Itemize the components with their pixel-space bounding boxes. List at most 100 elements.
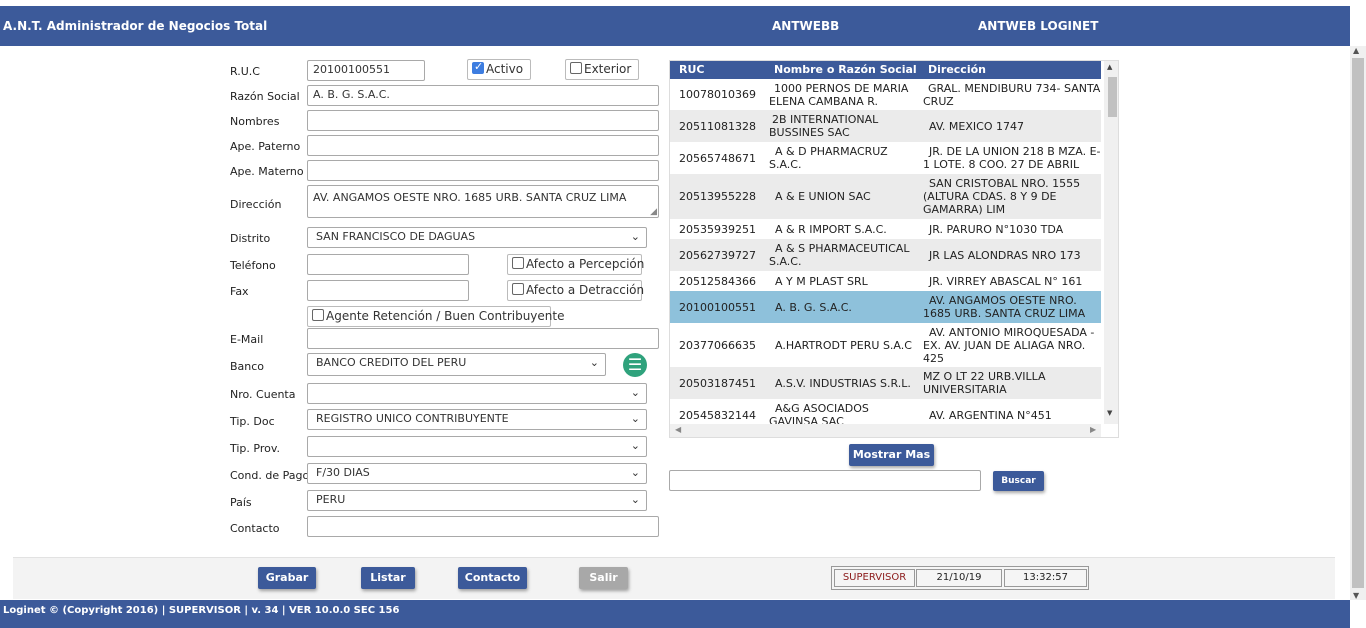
grabar-button[interactable]: Grabar [258,567,316,589]
percepcion-checkbox[interactable]: Afecto a Percepción [507,254,645,275]
detraccion-checkbox[interactable]: Afecto a Detracción [507,280,645,301]
grid-row[interactable]: 20503187451 A.S.V. INDUSTRIAS S.R.L. MZ … [670,367,1101,399]
contacto-button[interactable]: Contacto [458,567,527,589]
scroll-down-icon[interactable]: ▼ [1107,409,1112,417]
grid-cell-name: A & S PHARMACEUTICAL S.A.C. [769,242,910,268]
banco-select[interactable]: BANCO CREDITO DEL PERU ⌄ [307,353,606,376]
banco-value: BANCO CREDITO DEL PERU [316,356,467,369]
ape-materno-input[interactable] [307,160,659,181]
grid-cell-name: A. B. G. S.A.C. [775,301,852,314]
grid-header-dir[interactable]: Dirección [928,63,986,76]
page-scrollbar-thumb[interactable] [1352,58,1364,588]
exterior-check-icon[interactable] [570,62,582,74]
grid-row[interactable]: 20377066635 A.HARTRODT PERU S.A.C AV. AN… [670,323,1101,367]
email-label: E-Mail [230,333,264,346]
resize-grip-icon[interactable]: ◢ [650,207,657,217]
fax-label: Fax [230,285,249,298]
salir-button[interactable]: Salir [579,567,628,589]
scroll-up-icon[interactable]: ▲ [1107,63,1112,71]
status-time: 13:32:57 [1004,569,1087,587]
grid-cell-name: A.S.V. INDUSTRIAS S.R.L. [775,377,911,390]
mostrar-mas-button[interactable]: Mostrar Mas [849,444,934,466]
app-title: A.N.T. Administrador de Negocios Total [3,19,268,33]
page-scrollbar[interactable]: ▲ ▼ [1350,46,1366,600]
percepcion-check-icon[interactable] [512,257,524,269]
distrito-select[interactable]: SAN FRANCISCO DE DAGUAS ⌄ [307,227,647,248]
telefono-label: Teléfono [230,259,276,272]
chevron-down-icon: ⌄ [630,412,640,425]
nav-link-antwebb[interactable]: ANTWEBB [772,19,839,33]
scroll-down-icon[interactable]: ▼ [1353,591,1359,600]
nav-link-antweb-loginet[interactable]: ANTWEB LOGINET [978,19,1098,33]
tipdoc-label: Tip. Doc [230,415,275,428]
search-input[interactable] [669,470,981,491]
tip-prov-select[interactable]: ⌄ [307,436,647,457]
ruc-input[interactable]: 20100100551 [307,60,425,81]
nombres-input[interactable] [307,110,659,131]
grid-cell-name: A & E UNION SAC [775,190,871,203]
grid-row[interactable]: 20512584366 A Y M PLAST SRL JR. VIRREY A… [670,271,1101,291]
grid-cell-dir: JR. PARURO N°1030 TDA [929,223,1064,236]
grid-cell-dir: JR. VIRREY ABASCAL N° 161 [929,275,1083,288]
header-bar: A.N.T. Administrador de Negocios Total A… [0,6,1350,46]
grid-cell-dir: AV. ANGAMOS OESTE NRO. 1685 URB. SANTA C… [923,294,1086,320]
activo-checkbox[interactable]: Activo [467,59,531,80]
exterior-checkbox[interactable]: Exterior [565,59,639,80]
grid-cell-name: 2B INTERNATIONAL BUSSINES SAC [769,113,879,139]
grid-cell-ruc: 10078010369 [679,88,756,101]
telefono-input[interactable] [307,254,469,275]
menu-icon[interactable]: ☰ [623,353,647,377]
razon-social-input[interactable]: A. B. G. S.A.C. [307,85,659,106]
grid-cell-name: A.HARTRODT PERU S.A.C [775,339,912,352]
contacto-input[interactable] [307,516,659,537]
chevron-down-icon: ⌄ [630,386,640,399]
listar-button[interactable]: Listar [361,567,415,589]
distrito-label: Distrito [230,232,271,245]
scroll-up-icon[interactable]: ▲ [1353,46,1359,55]
grid-horizontal-scrollbar[interactable]: ◀ ▶ [670,424,1101,437]
grid-row-selected[interactable]: 20100100551 A. B. G. S.A.C. AV. ANGAMOS … [670,291,1101,323]
email-input[interactable] [307,328,659,349]
grid-cell-name: A & D PHARMACRUZ S.A.C. [769,145,888,171]
grid-row[interactable]: 20511081328 2B INTERNATIONAL BUSSINES SA… [670,110,1101,142]
chevron-down-icon: ⌄ [630,493,640,506]
grid-header-ruc[interactable]: RUC [679,63,704,76]
pais-label: País [230,496,252,509]
pais-select[interactable]: PERU ⌄ [307,490,647,511]
tip-doc-select[interactable]: REGISTRO UNICO CONTRIBUYENTE ⌄ [307,409,647,430]
ruc-label: R.U.C [230,65,260,78]
grid-row[interactable]: 20562739727 A & S PHARMACEUTICAL S.A.C. … [670,239,1101,271]
percepcion-label: Afecto a Percepción [526,257,645,271]
fax-input[interactable] [307,280,469,301]
status-user: SUPERVISOR [834,569,915,587]
detraccion-label: Afecto a Detracción [526,283,645,297]
scroll-left-icon[interactable]: ◀ [675,425,681,434]
detraccion-check-icon[interactable] [512,283,524,295]
grid-vertical-scrollbar[interactable]: ▲ ▼ [1104,61,1118,424]
grid-row[interactable]: 20513955228 A & E UNION SAC SAN CRISTOBA… [670,174,1101,219]
grid-row[interactable]: 20545832144 A&G ASOCIADOS GAVINSA SAC AV… [670,399,1101,424]
grid-cell-ruc: 20562739727 [679,249,756,262]
grid-scrollbar-thumb[interactable] [1108,77,1117,117]
grid-row[interactable]: 20535939251 A & R IMPORT S.A.C. JR. PARU… [670,219,1101,239]
grid-header-name[interactable]: Nombre o Razón Social [774,63,917,76]
grid-cell-ruc: 20100100551 [679,301,756,314]
grid-body: 10078010369 1000 PERNOS DE MARIA ELENA C… [670,79,1101,424]
grid-row[interactable]: 20565748671 A & D PHARMACRUZ S.A.C. JR. … [670,142,1101,174]
agente-check-icon[interactable] [312,309,324,321]
action-bar [13,557,1335,599]
buscar-button[interactable]: Buscar [993,471,1044,491]
grid-cell-name: A Y M PLAST SRL [775,275,868,288]
cond-pago-select[interactable]: F/30 DIAS ⌄ [307,463,647,484]
grid-cell-ruc: 20565748671 [679,152,756,165]
agente-retencion-checkbox[interactable]: Agente Retención / Buen Contribuyente [307,306,564,327]
grid-cell-ruc: 20535939251 [679,223,756,236]
ape-paterno-input[interactable] [307,135,659,156]
nro-cuenta-select[interactable]: ⌄ [307,383,647,404]
activo-check-icon[interactable] [472,60,484,74]
scroll-right-icon[interactable]: ▶ [1090,425,1096,434]
cuenta-label: Nro. Cuenta [230,388,296,401]
chevron-down-icon: ⌄ [630,466,640,479]
direccion-textarea[interactable]: AV. ANGAMOS OESTE NRO. 1685 URB. SANTA C… [307,185,659,218]
grid-row[interactable]: 10078010369 1000 PERNOS DE MARIA ELENA C… [670,79,1101,110]
